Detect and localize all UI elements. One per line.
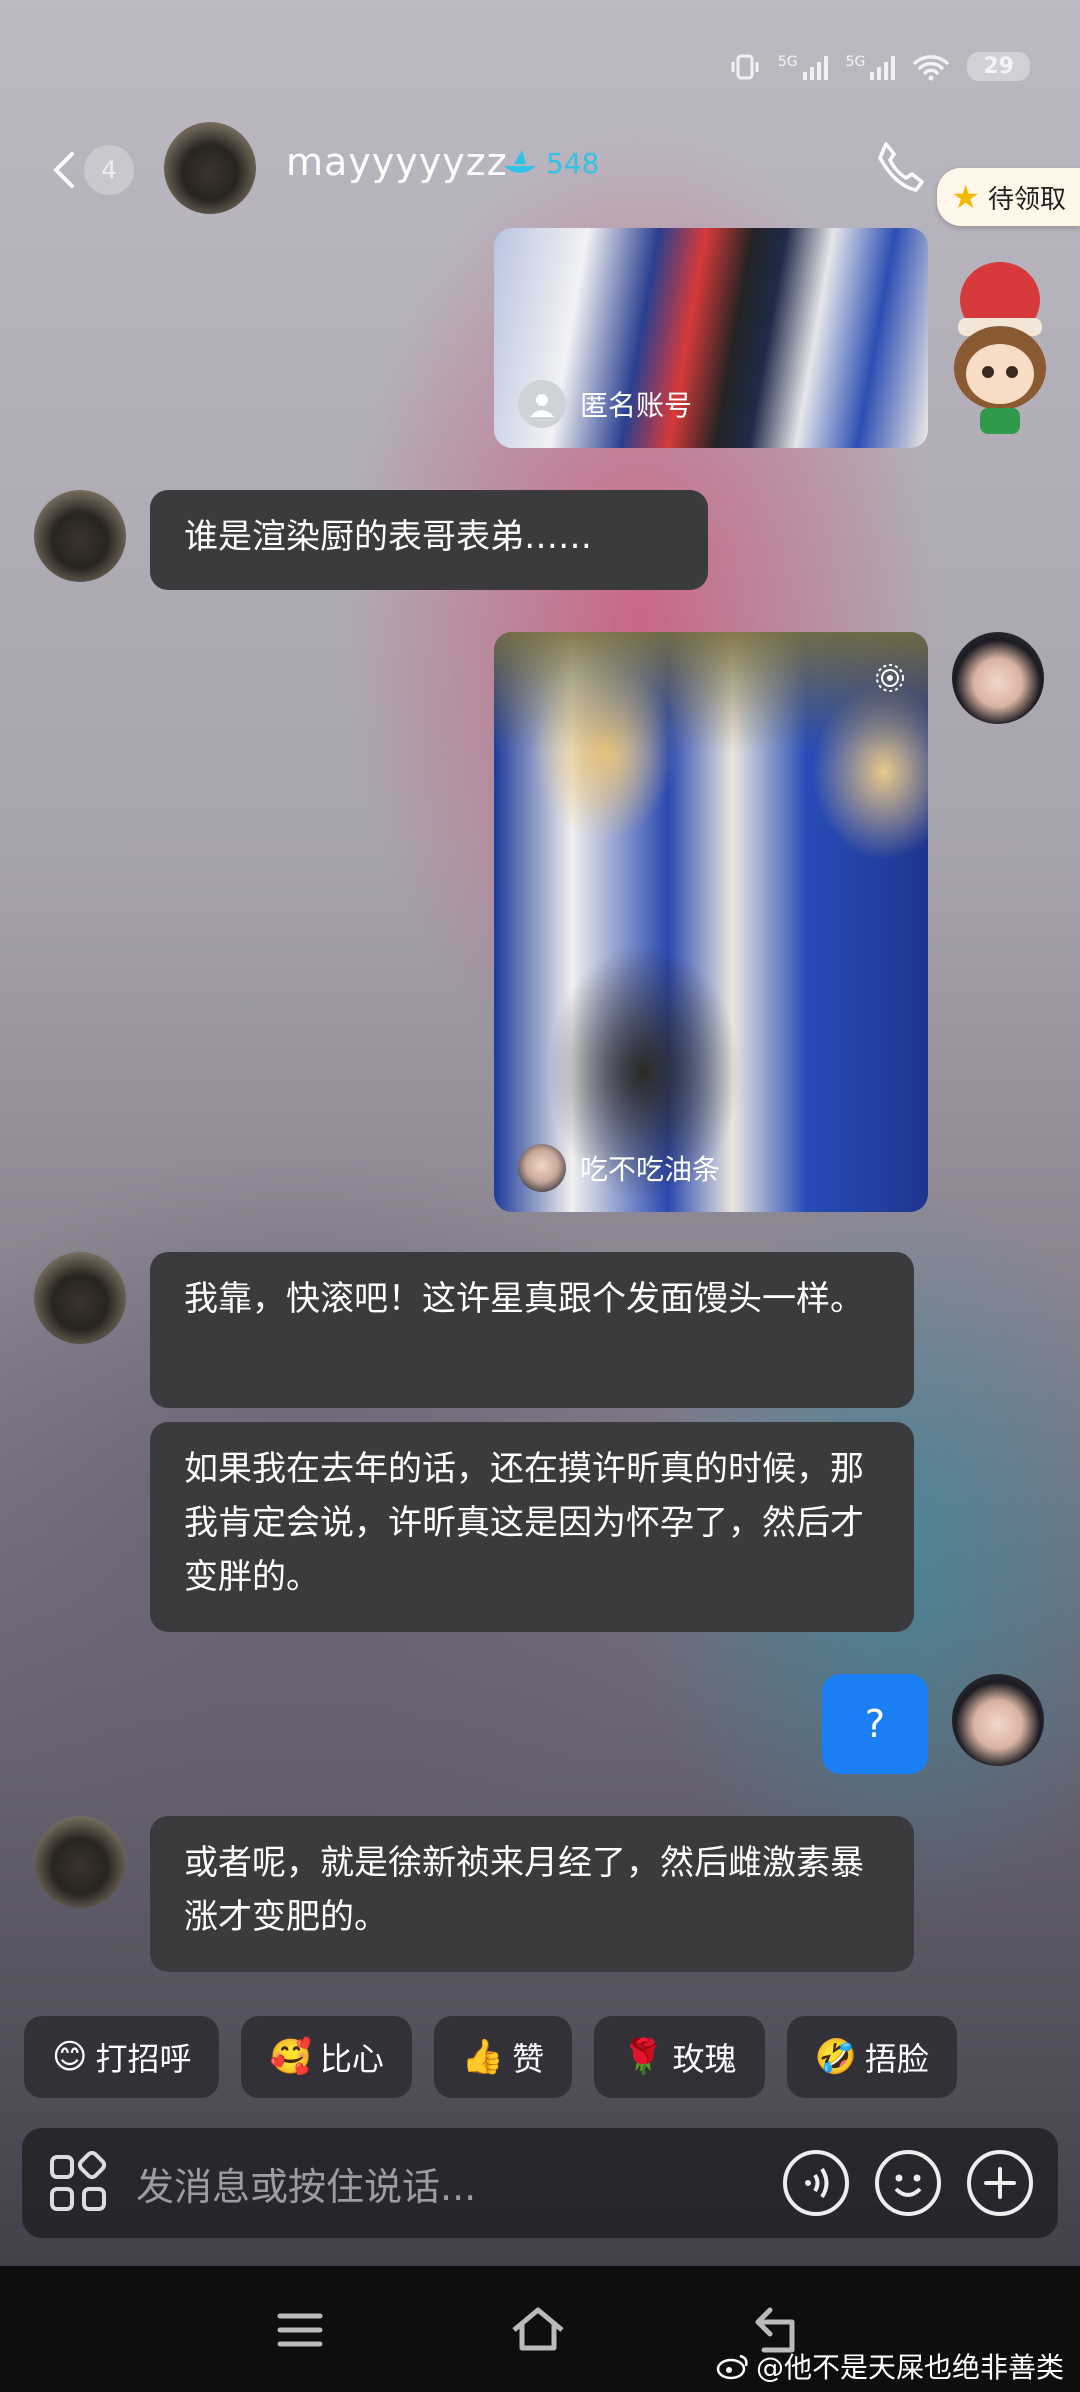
quick-reply-rose[interactable]: 🌹 玫瑰 bbox=[594, 2016, 765, 2098]
rose-icon: 🌹 bbox=[622, 2037, 665, 2077]
media-source-tag: 匿名账号 bbox=[518, 380, 692, 428]
signal-1: 5G bbox=[778, 54, 828, 80]
wifi-icon bbox=[913, 54, 950, 80]
menu-icon[interactable] bbox=[270, 2300, 330, 2360]
watermark: @他不是天屎也绝非善类 bbox=[716, 2346, 1064, 2386]
my-avatar[interactable] bbox=[952, 1674, 1044, 1766]
status-bar: 5G 5G 29 bbox=[730, 52, 1030, 81]
my-message-bubble[interactable]: ? bbox=[822, 1674, 928, 1774]
shared-video-card[interactable]: 吃不吃油条 bbox=[494, 632, 928, 1212]
plus-icon[interactable] bbox=[966, 2149, 1034, 2217]
streak-indicator: 548 bbox=[500, 146, 599, 180]
emoji-icon[interactable] bbox=[874, 2149, 942, 2217]
pending-reward-label: 待领取 bbox=[987, 184, 1066, 215]
unread-count-badge: 4 bbox=[84, 145, 134, 195]
mascot-sticker[interactable] bbox=[940, 240, 1060, 440]
contact-avatar[interactable] bbox=[164, 122, 256, 214]
quick-reply-greet[interactable]: 😊 打招呼 bbox=[24, 2016, 220, 2098]
pending-reward-button[interactable]: ★ 待领取 bbox=[937, 168, 1080, 226]
voice-icon[interactable] bbox=[782, 2149, 850, 2217]
anonymous-user-icon bbox=[518, 380, 566, 428]
media-source-tag: 吃不吃油条 bbox=[518, 1144, 720, 1192]
facepalm-emoji-icon: 🤣 bbox=[814, 2037, 857, 2077]
shared-video-card[interactable]: 匿名账号 bbox=[494, 228, 928, 448]
contact-avatar[interactable] bbox=[34, 1252, 126, 1344]
message-bubble[interactable]: 如果我在去年的话，还在摸许昕真的时候，那我肯定会说，许昕真这是因为怀孕了，然后才… bbox=[150, 1422, 914, 1632]
streak-boat-icon bbox=[504, 150, 536, 173]
battery-level: 29 bbox=[967, 52, 1030, 81]
source-avatar bbox=[518, 1144, 566, 1192]
quick-reply-like[interactable]: 👍 赞 bbox=[433, 2016, 573, 2098]
apps-grid-icon[interactable] bbox=[46, 2151, 110, 2215]
contact-avatar[interactable] bbox=[34, 490, 126, 582]
message-bubble[interactable]: 我靠，快滚吧！这许星真跟个发面馒头一样。 bbox=[150, 1252, 914, 1408]
phone-vibrate-icon bbox=[731, 54, 759, 79]
contact-avatar[interactable] bbox=[34, 1816, 126, 1908]
streak-count: 548 bbox=[546, 146, 600, 180]
home-icon[interactable] bbox=[508, 2300, 568, 2360]
quick-reply-bar: 😊 打招呼 🥰 比心 👍 赞 🌹 玫瑰 🤣 捂脸 bbox=[24, 2016, 957, 2098]
live-photo-icon bbox=[876, 664, 904, 692]
back-arrow-icon[interactable] bbox=[44, 140, 84, 200]
phone-call-icon[interactable] bbox=[872, 138, 928, 194]
contact-username[interactable]: mayyyyyzz bbox=[286, 140, 508, 184]
heart-emoji-icon: 🥰 bbox=[269, 2037, 312, 2077]
my-avatar[interactable] bbox=[952, 632, 1044, 724]
smile-emoji-icon: 😊 bbox=[52, 2037, 88, 2077]
star-icon: ★ bbox=[951, 178, 980, 216]
message-bubble[interactable]: 或者呢，就是徐新祯来月经了，然后雌激素暴涨才变肥的。 bbox=[150, 1816, 914, 1972]
quick-reply-facepalm[interactable]: 🤣 捂脸 bbox=[786, 2016, 957, 2098]
message-input[interactable]: 发消息或按住说话... bbox=[136, 2156, 782, 2211]
weibo-logo-icon bbox=[716, 2354, 748, 2380]
message-input-bar: 发消息或按住说话... bbox=[22, 2128, 1058, 2238]
thumbs-up-icon: 👍 bbox=[461, 2037, 505, 2077]
signal-2: 5G bbox=[846, 54, 896, 80]
message-bubble[interactable]: 谁是渲染厨的表哥表弟…… bbox=[150, 490, 708, 590]
quick-reply-heart[interactable]: 🥰 比心 bbox=[241, 2016, 412, 2098]
